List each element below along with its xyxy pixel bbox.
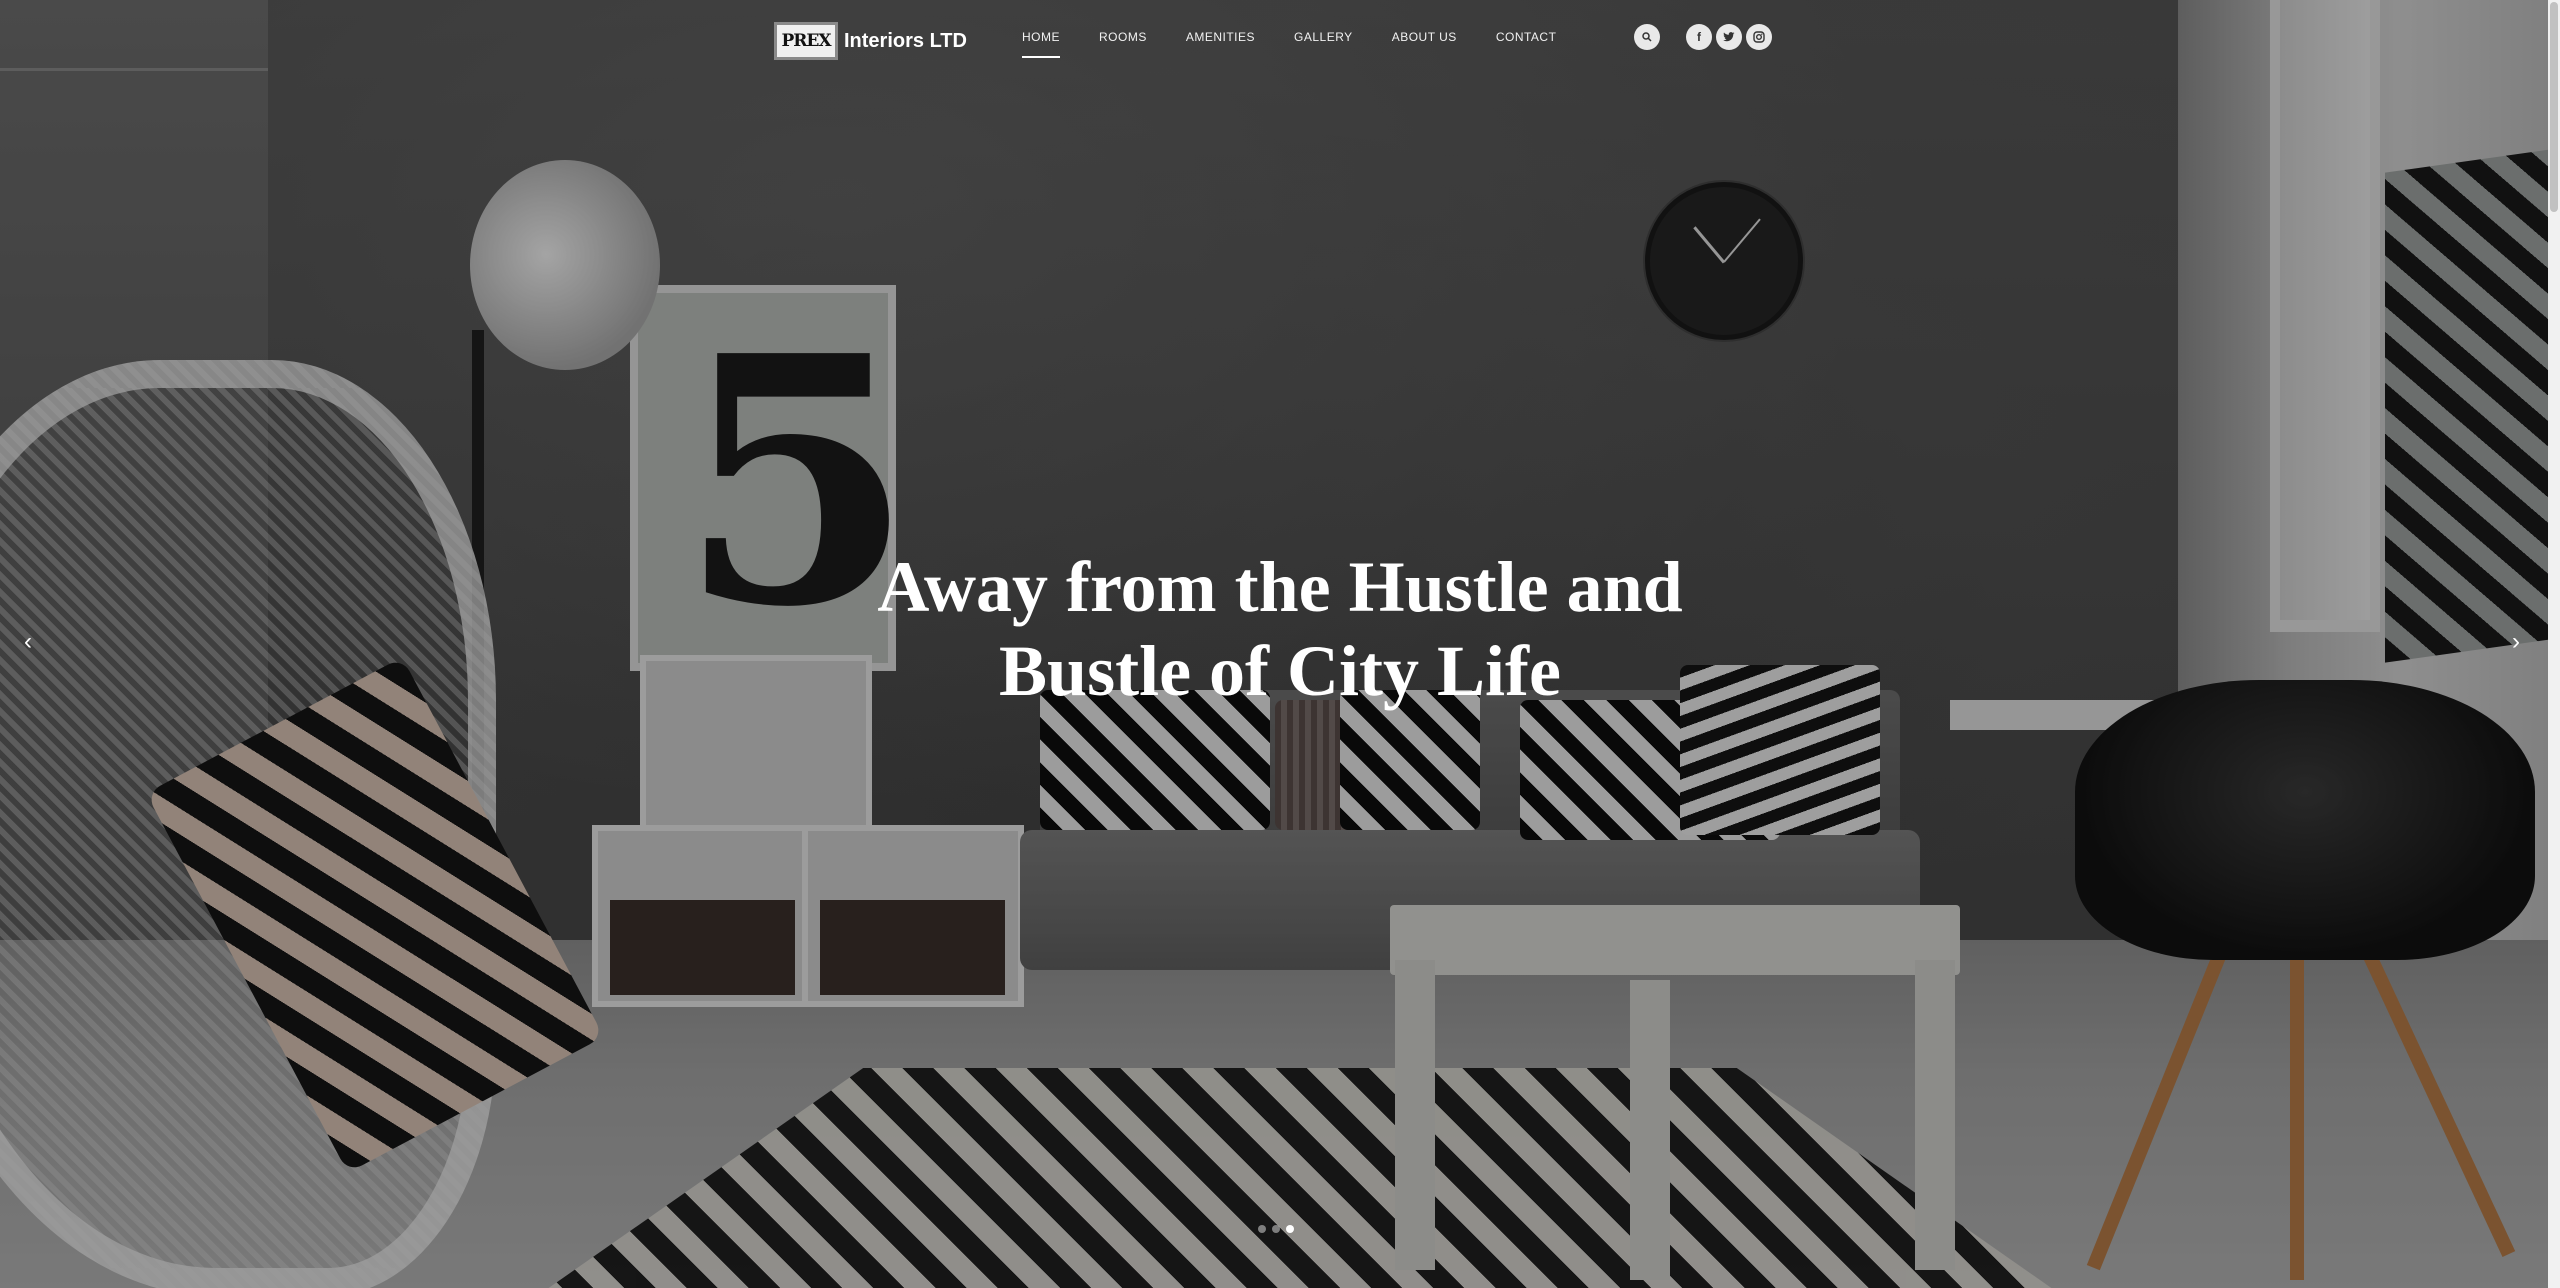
page-scrollbar[interactable] <box>2548 0 2560 1288</box>
facebook-icon: f <box>1697 30 1701 44</box>
facebook-button[interactable]: f <box>1686 24 1712 50</box>
hero-headline-line-1: Away from the Hustle and <box>877 547 1683 627</box>
scrollbar-thumb[interactable] <box>2550 2 2558 212</box>
hero-headline: Away from the Hustle and Bustle of City … <box>770 545 1790 713</box>
nav-item-gallery[interactable]: GALLERY <box>1294 30 1353 58</box>
twitter-button[interactable] <box>1716 24 1742 50</box>
brand-logo[interactable]: PREX Interiors LTD <box>774 22 967 60</box>
logo-mark: PREX <box>774 22 838 60</box>
slide-dot[interactable] <box>1258 1225 1266 1233</box>
main-nav: HOME ROOMS AMENITIES GALLERY ABOUT US CO… <box>1022 30 1595 58</box>
instagram-icon <box>1753 31 1765 43</box>
nav-item-amenities[interactable]: AMENITIES <box>1186 30 1255 58</box>
next-slide-arrow[interactable]: › <box>2512 628 2520 656</box>
site-header: PREX Interiors LTD HOME ROOMS AMENITIES … <box>0 0 2548 80</box>
slide-dot[interactable] <box>1272 1225 1280 1233</box>
nav-item-contact[interactable]: CONTACT <box>1496 30 1557 58</box>
slide-dot-active[interactable] <box>1286 1225 1294 1233</box>
search-button[interactable] <box>1634 24 1660 50</box>
search-icon <box>1642 32 1652 42</box>
instagram-button[interactable] <box>1746 24 1772 50</box>
slider-pagination <box>1258 1225 1294 1233</box>
brand-name: Interiors LTD <box>844 29 967 52</box>
nav-item-rooms[interactable]: ROOMS <box>1099 30 1147 58</box>
hero-slider: 5 PREX Interiors LTD HOME ROOMS AMENITIE… <box>0 0 2548 1288</box>
prev-slide-arrow[interactable]: ‹ <box>24 628 32 656</box>
nav-item-home[interactable]: HOME <box>1022 30 1060 58</box>
twitter-icon <box>1723 32 1735 42</box>
hero-headline-line-2: Bustle of City Life <box>999 631 1561 711</box>
nav-item-about-us[interactable]: ABOUT US <box>1392 30 1457 58</box>
